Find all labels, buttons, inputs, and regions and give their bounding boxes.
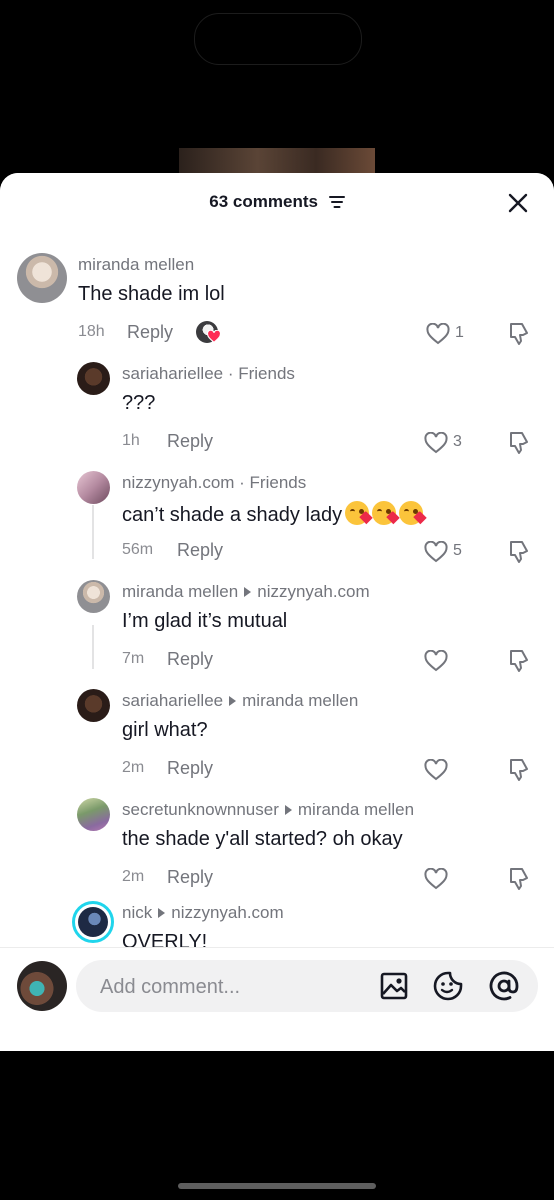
mention-icon[interactable] [488,970,520,1002]
comment-time: 2m [122,868,145,885]
thread-line [92,625,94,669]
comment-time: 18h [78,323,105,340]
comment-text: the shade y'all started? oh okay [122,828,403,850]
comment-time: 56m [122,541,154,558]
like-count: 1 [455,324,464,341]
comment-username[interactable]: miranda mellen nizzynyah.com [122,582,370,602]
reply-button[interactable]: Reply [167,758,213,779]
avatar[interactable] [77,798,110,831]
heart-icon[interactable] [424,650,448,672]
heart-icon[interactable] [426,323,450,345]
dislike-icon[interactable] [508,866,530,890]
comment-username[interactable]: secretunknownnuser miranda mellen [122,800,414,820]
comment-time: 1h [122,432,140,449]
comments-header: 63 comments [0,173,554,229]
comment-username[interactable]: sariahariellee miranda mellen [122,691,358,711]
dynamic-island [194,13,362,65]
dislike-icon[interactable] [508,757,530,781]
thread-line [92,505,94,559]
comment-text: The shade im lol [78,283,225,305]
avatar[interactable] [17,253,67,303]
heart-badge-icon [207,330,221,343]
friends-tag: · Friends [223,364,295,383]
creator-liked-badge [196,321,224,345]
reply-arrow-icon [158,908,166,919]
avatar[interactable] [77,580,110,613]
heart-icon[interactable] [424,541,448,563]
reply-button[interactable]: Reply [167,431,213,452]
sticker-icon[interactable] [432,970,464,1002]
kissing-heart-emoji [372,501,397,525]
filter-icon[interactable] [328,195,345,209]
like-count: 3 [453,433,462,450]
comment-text: ??? [122,392,156,414]
reply-to-username[interactable]: miranda mellen [242,691,358,710]
heart-icon[interactable] [424,432,448,454]
comment-username[interactable]: sariahariellee · Friends [122,364,295,384]
reply-arrow-icon [284,805,292,816]
comment-time: 7m [122,650,145,667]
dislike-icon[interactable] [508,321,530,345]
dislike-icon[interactable] [508,539,530,563]
avatar-story-ring[interactable] [72,901,114,943]
kissing-heart-emoji [345,501,370,525]
reply-to-username[interactable]: nizzynyah.com [171,903,283,922]
reply-button[interactable]: Reply [177,540,223,561]
dislike-icon[interactable] [508,648,530,672]
comment-username[interactable]: miranda mellen [78,255,194,275]
comment-username[interactable]: nick nizzynyah.com [122,903,284,923]
comment-count-title[interactable]: 63 comments [0,192,554,212]
comments-sheet: 63 comments miranda mellen The shade im … [0,173,554,1051]
kissing-heart-emoji [399,501,424,525]
comment-username[interactable]: nizzynyah.com · Friends [122,473,306,493]
avatar[interactable] [77,689,110,722]
comment-text: can’t shade a shady lady [122,501,424,527]
reply-arrow-icon [229,696,237,707]
avatar[interactable] [77,362,110,395]
comment-input-wrapper [76,960,538,1012]
heart-icon[interactable] [424,868,448,890]
heart-icon[interactable] [424,759,448,781]
comments-list[interactable]: miranda mellen The shade im lol 18h Repl… [0,213,554,947]
avatar [78,907,108,937]
close-icon[interactable] [505,190,531,216]
comment-text: I’m glad it’s mutual [122,610,288,632]
dislike-icon[interactable] [508,430,530,454]
like-count: 5 [453,542,462,559]
reply-button[interactable]: Reply [167,649,213,670]
comment-text: girl what? [122,719,208,741]
comment-input[interactable] [98,972,362,1002]
reply-to-username[interactable]: nizzynyah.com [257,582,369,601]
reply-button[interactable]: Reply [127,322,173,343]
reply-to-username[interactable]: miranda mellen [298,800,414,819]
current-user-avatar[interactable] [17,961,67,1011]
image-icon[interactable] [378,970,410,1002]
comment-text: OVERLY! [122,931,208,947]
comment-time: 2m [122,759,145,776]
reply-arrow-icon [244,587,252,598]
avatar[interactable] [77,471,110,504]
comment-composer [0,947,554,1051]
reply-button[interactable]: Reply [167,867,213,888]
friends-tag: · Friends [234,473,307,492]
home-indicator[interactable] [178,1183,376,1189]
